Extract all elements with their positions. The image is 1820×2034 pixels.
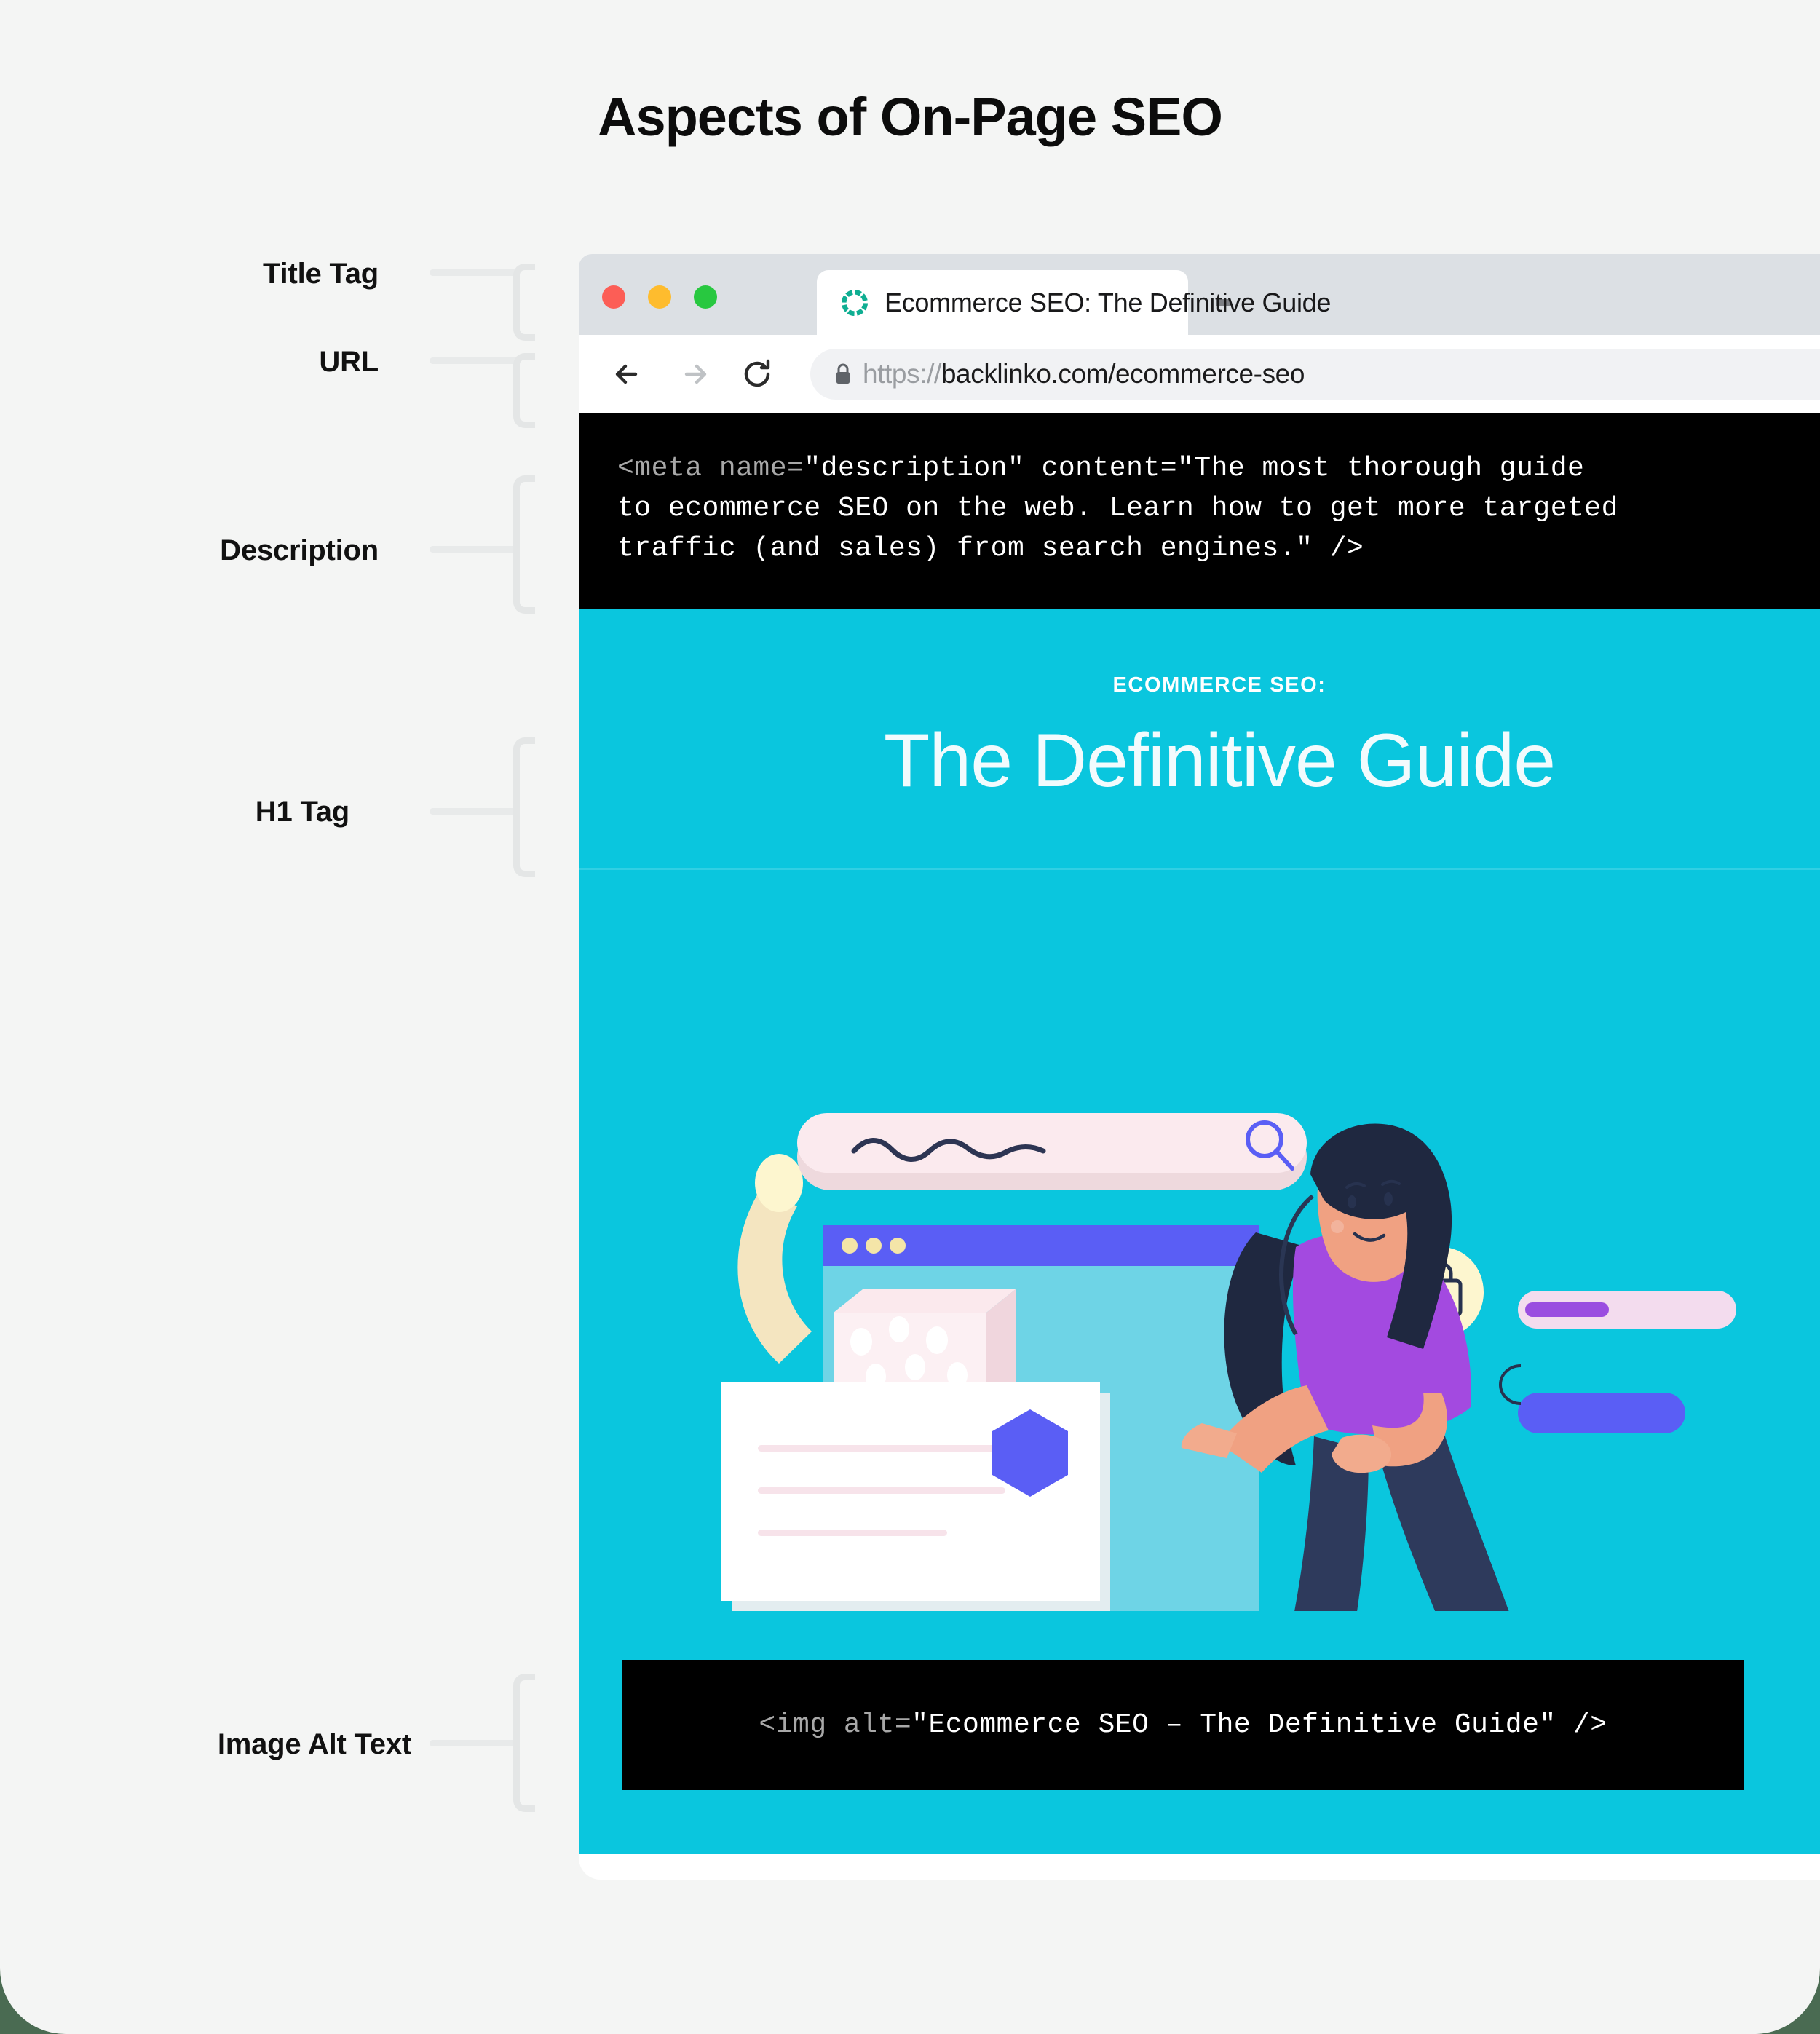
hero-h1: The Definitive Guide bbox=[883, 719, 1556, 804]
browser-toolbar: https://backlinko.com/ecommerce-seo bbox=[579, 335, 1820, 413]
minimize-window-button[interactable] bbox=[648, 285, 671, 309]
code-text: "description" content="The most thorough… bbox=[804, 453, 1585, 484]
page-title: Aspects of On-Page SEO bbox=[598, 87, 1223, 147]
infographic-page: Aspects of On-Page SEO Title Tag URL Des… bbox=[0, 0, 1820, 2034]
woman-ecommerce-seo-illustration bbox=[579, 883, 1820, 1757]
bracket-h1-tag bbox=[513, 737, 535, 877]
address-bar-url: https://backlinko.com/ecommerce-seo bbox=[863, 359, 1305, 389]
close-window-button[interactable] bbox=[602, 285, 625, 309]
url-host: backlinko.com/ecommerce-seo bbox=[941, 359, 1305, 389]
reload-icon[interactable] bbox=[735, 352, 780, 397]
lock-icon bbox=[834, 363, 852, 385]
connector-line-h1-tag bbox=[430, 808, 518, 815]
bracket-description bbox=[513, 475, 535, 614]
browser-tab-active[interactable]: Ecommerce SEO: The Definitive Guide bbox=[817, 270, 1331, 335]
hero-eyebrow: ECOMMERCE SEO: bbox=[1112, 673, 1326, 697]
page-hero: ECOMMERCE SEO: The Definitive Guide <img… bbox=[579, 609, 1820, 1855]
browser-window: Ecommerce SEO: The Definitive Guide http… bbox=[579, 254, 1820, 1880]
code-dim-token: <img alt= bbox=[759, 1709, 912, 1741]
code-text: traffic (and sales) from search engines.… bbox=[617, 533, 1364, 565]
arrow-left-icon[interactable] bbox=[606, 352, 652, 397]
bracket-image-alt-text bbox=[513, 1674, 535, 1812]
annotation-label-image-alt-text: Image Alt Text bbox=[217, 1728, 411, 1760]
address-bar[interactable]: https://backlinko.com/ecommerce-seo bbox=[810, 349, 1820, 400]
connector-line-image-alt-text bbox=[430, 1740, 518, 1746]
code-text: "Ecommerce SEO – The Definitive Guide" /… bbox=[911, 1709, 1607, 1741]
favicon-icon bbox=[841, 289, 869, 317]
code-text: to ecommerce SEO on the web. Learn how t… bbox=[617, 493, 1618, 525]
code-line: to ecommerce SEO on the web. Learn how t… bbox=[617, 488, 1820, 529]
browser-tab-title: Ecommerce SEO: The Definitive Guide bbox=[885, 287, 1332, 317]
meta-description-code-block: <meta name="description" content="The mo… bbox=[579, 413, 1820, 610]
hero-divider bbox=[579, 868, 1820, 871]
browser-tab-bar: Ecommerce SEO: The Definitive Guide bbox=[579, 254, 1820, 335]
code-line: <img alt="Ecommerce SEO – The Definitive… bbox=[622, 1705, 1744, 1745]
bracket-title-tag bbox=[513, 264, 535, 341]
url-scheme: https:// bbox=[863, 359, 941, 389]
code-dim-token: <meta name= bbox=[617, 453, 804, 484]
code-line: traffic (and sales) from search engines.… bbox=[617, 529, 1820, 569]
maximize-window-button[interactable] bbox=[694, 285, 717, 309]
connector-line-title-tag bbox=[430, 269, 518, 276]
connector-line-url bbox=[430, 357, 518, 364]
annotation-label-title-tag: Title Tag bbox=[263, 258, 379, 290]
code-line: <meta name="description" content="The mo… bbox=[617, 448, 1820, 488]
img-alt-code-block: <img alt="Ecommerce SEO – The Definitive… bbox=[622, 1660, 1744, 1791]
annotation-label-h1-tag: H1 Tag bbox=[255, 796, 349, 828]
annotation-label-description: Description bbox=[220, 534, 379, 566]
window-controls[interactable] bbox=[602, 285, 717, 309]
bracket-url bbox=[513, 353, 535, 428]
annotation-label-url: URL bbox=[319, 346, 379, 378]
connector-line-description bbox=[430, 546, 518, 553]
arrow-right-icon[interactable] bbox=[670, 352, 716, 397]
